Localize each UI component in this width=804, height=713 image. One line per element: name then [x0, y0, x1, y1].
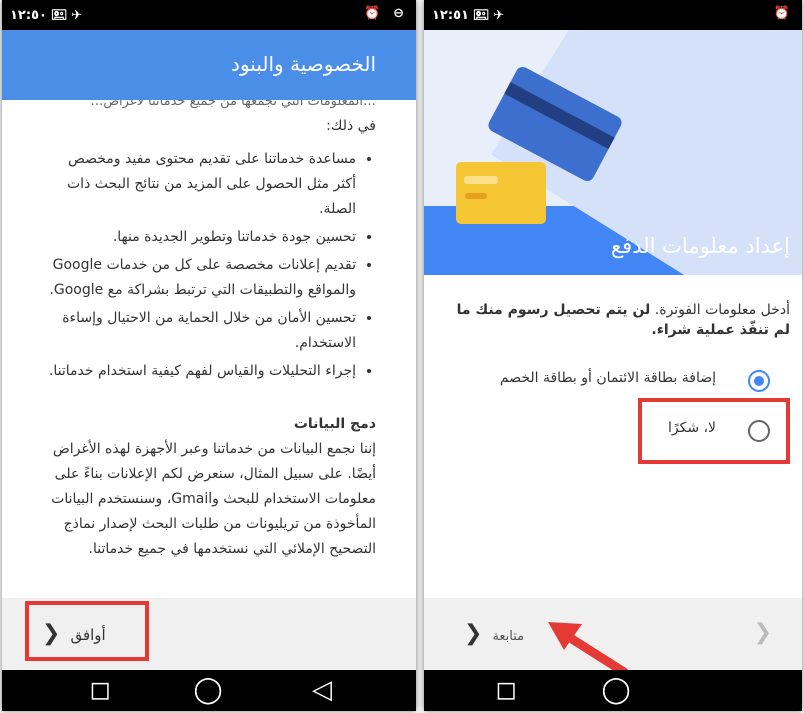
- debit-card-illustration: [456, 162, 546, 224]
- terms-bullet: تحسين الأمان من خلال الحماية من الاحتيال…: [42, 306, 356, 356]
- home-icon[interactable]: ◯: [188, 674, 228, 706]
- privacy-terms-screen: ١٢:٥٠ 🖭 ✈ ⏰ ⊖ الخصوصية والبنود …المعلوما…: [2, 0, 416, 711]
- terms-bullet: تقديم إعلانات مخصصة على كل من خدمات Goog…: [42, 253, 356, 303]
- payment-hero-banner: إعداد معلومات الدفع: [424, 30, 802, 275]
- partially-hidden-line: …المعلومات التي نجمعها من جميع خدماتنا ل…: [90, 100, 376, 109]
- recents-icon[interactable]: ◻: [80, 674, 120, 706]
- continue-label: متابعة: [492, 629, 525, 644]
- highlight-box: [638, 398, 790, 464]
- status-icons-left: 🖭 ✈: [473, 8, 505, 23]
- status-icons-right: ⏰ ⊖: [364, 6, 408, 21]
- terms-scroll-area[interactable]: …المعلومات التي نجمعها من جميع خدماتنا ل…: [2, 100, 416, 598]
- option-add-card[interactable]: إضافة بطاقة الائتمان أو بطاقة الخصم: [434, 364, 784, 398]
- back-icon[interactable]: ◁: [302, 674, 342, 706]
- chevron-right-icon: ❯: [753, 620, 772, 645]
- billing-note: أدخل معلومات الفوترة.: [650, 302, 790, 318]
- clock: ١٢:٥٠: [10, 8, 47, 23]
- app-bar: الخصوصية والبنود: [2, 30, 416, 100]
- chevron-left-icon: ❮: [464, 621, 483, 646]
- section-body: إننا نجمع البيانات من خدماتنا وعبر الأجه…: [51, 441, 376, 557]
- status-bar: ١٢:٥١ 🖭 ✈ ⏰: [424, 0, 802, 30]
- terms-bullet: مساعدة خدماتنا على تقديم محتوى مفيد ومخص…: [42, 147, 356, 222]
- terms-bullet: إجراء التحليلات والقياس لفهم كيفية استخد…: [42, 359, 356, 384]
- page-title: إعداد معلومات الدفع: [611, 234, 790, 258]
- section-heading: دمج البيانات: [293, 416, 376, 432]
- status-bar: ١٢:٥٠ 🖭 ✈ ⏰ ⊖: [2, 0, 416, 30]
- system-nav-bar: ◻ ◯ ◁: [2, 670, 416, 711]
- highlight-box: [25, 601, 149, 661]
- radio-selected-icon[interactable]: [748, 370, 770, 392]
- billing-description: أدخل معلومات الفوترة. لن يتم تحصيل رسوم …: [438, 300, 790, 340]
- terms-bullet: تحسين جودة خدماتنا وتطوير الجديدة منها.: [42, 225, 356, 250]
- terms-intro: في ذلك:: [326, 118, 376, 134]
- system-nav-bar: ◻ ◯: [424, 670, 802, 711]
- option-label: إضافة بطاقة الائتمان أو بطاقة الخصم: [499, 370, 716, 386]
- page-title: الخصوصية والبنود: [231, 52, 376, 76]
- recents-icon[interactable]: ◻: [486, 674, 526, 706]
- status-icons-left: 🖭 ✈: [51, 8, 83, 23]
- continue-button[interactable]: متابعة ❮: [454, 610, 524, 658]
- terms-bullets: مساعدة خدماتنا على تقديم محتوى مفيد ومخص…: [42, 147, 376, 384]
- home-icon[interactable]: ◯: [596, 674, 636, 706]
- payment-setup-screen: ١٢:٥١ 🖭 ✈ ⏰ إعداد معلومات الدفع أدخل معل…: [424, 0, 802, 711]
- status-icons-right: ⏰: [773, 6, 794, 21]
- clock: ١٢:٥١: [432, 8, 469, 23]
